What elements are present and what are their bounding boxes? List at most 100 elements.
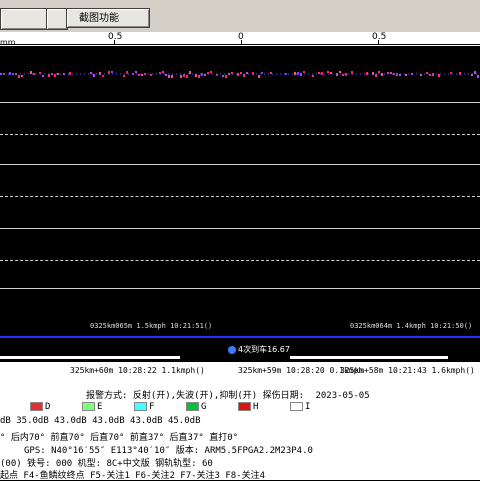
echo-dot xyxy=(258,75,260,78)
channel-d: D xyxy=(30,402,82,412)
ruler-tick xyxy=(378,40,379,45)
toolbar-button-2[interactable] xyxy=(46,8,68,30)
track-line xyxy=(0,164,480,165)
echo-dot xyxy=(33,73,35,75)
alarm-indicator: 4次到车16.67 xyxy=(228,344,290,355)
channel-label: G xyxy=(201,402,207,412)
echo-dot xyxy=(237,73,239,76)
echo-dot xyxy=(111,71,113,73)
channel-label: E xyxy=(97,402,103,412)
echo-dot xyxy=(312,75,314,77)
echo-dot xyxy=(30,71,32,74)
alarm-mode-line: 报警方式: 反射(开),失波(开),抑制(开) 探伤日期: 2023-05-05 xyxy=(86,388,370,401)
echo-dot xyxy=(477,75,479,78)
track-dash-line xyxy=(0,196,480,197)
channel-swatch xyxy=(30,402,43,411)
echo-dot xyxy=(210,71,212,73)
echo-dot xyxy=(381,73,383,76)
channel-label: I xyxy=(305,402,311,412)
echo-dot xyxy=(180,75,182,78)
echo-dot xyxy=(198,75,200,78)
position-marker-right: 0325km064m 1.4kmph 10:21:50() xyxy=(350,322,473,330)
channel-swatch xyxy=(186,402,199,411)
echo-dot xyxy=(102,75,104,77)
echo-dot xyxy=(138,74,140,76)
angle-line: ° 后内70° 前直70° 后直70° 前直37° 后直37° 直打0° xyxy=(0,433,239,443)
alarm-mode-text: 报警方式: 反射(开),失波(开),抑制(开) 探伤日期: xyxy=(86,391,305,401)
channel-legend: D E F G H I xyxy=(30,402,342,412)
echo-dot xyxy=(474,71,476,74)
progress-bar-right xyxy=(290,356,448,359)
track-line xyxy=(0,102,480,103)
echo-dot xyxy=(141,74,143,76)
info-panel: 325km+60m 10:28:22 1.1kmph() 325km+59m 1… xyxy=(0,362,480,481)
echo-dot xyxy=(135,71,137,73)
echo-dot xyxy=(18,75,20,78)
echo-dot xyxy=(126,71,128,74)
echo-dot xyxy=(330,72,332,74)
echo-dot xyxy=(405,74,407,76)
alarm-text: 4次到车16.67 xyxy=(238,345,290,354)
echo-dot xyxy=(168,75,170,78)
echo-dot xyxy=(429,74,431,76)
toolbar-button-1[interactable] xyxy=(0,8,48,30)
ruler-label-right: 0.5 xyxy=(372,32,387,42)
ruler-baseline xyxy=(0,44,480,45)
channel-f: F xyxy=(134,402,186,412)
echo-dot xyxy=(21,75,23,77)
gain-line: dB 35.0dB 43.0dB 43.0dB 43.0dB 45.0dB xyxy=(0,416,201,426)
echo-dot xyxy=(342,74,344,76)
echo-dot xyxy=(150,74,152,76)
echo-dot xyxy=(123,75,125,77)
echo-dot xyxy=(378,71,380,73)
channel-swatch xyxy=(290,402,303,411)
echo-dot xyxy=(162,71,164,73)
echo-dot xyxy=(201,73,203,76)
echo-dot xyxy=(297,72,299,75)
ruler-tick xyxy=(114,40,115,45)
progress-bar-left xyxy=(0,356,180,359)
echo-dot xyxy=(294,72,296,75)
echo-dot xyxy=(165,74,167,76)
channel-i: I xyxy=(290,402,342,412)
echo-dot xyxy=(393,73,395,75)
echo-dot xyxy=(69,72,71,75)
echo-dot xyxy=(321,72,323,75)
toolbar: 截图功能 xyxy=(0,0,480,33)
alarm-dot-icon xyxy=(228,345,236,354)
echo-dot xyxy=(93,74,95,77)
echo-dot xyxy=(57,73,59,75)
echo-dot xyxy=(270,72,272,74)
echo-dot xyxy=(390,72,392,74)
track-line xyxy=(0,228,480,229)
track-dash-line xyxy=(0,134,480,135)
echo-dot xyxy=(9,72,11,75)
function-keys[interactable]: 起点 F4-鱼鳞纹终点 F5-关注1 F6-关注2 F7-关注3 F8-关注4 xyxy=(0,468,265,481)
position-info-left: 325km+60m 10:28:22 1.1kmph() xyxy=(70,366,205,375)
echo-dot xyxy=(225,75,227,78)
bscan-display[interactable]: 0325km065m 1.5kmph 10:21:51() 0325km064m… xyxy=(0,46,480,336)
channel-label: D xyxy=(45,402,51,412)
echo-dot xyxy=(345,73,347,76)
echo-dot xyxy=(261,72,263,74)
echo-dot xyxy=(222,75,224,77)
ruler-tick xyxy=(241,40,242,45)
echo-dot xyxy=(339,71,341,73)
echo-dot xyxy=(42,75,44,77)
echo-dot xyxy=(327,71,329,73)
channel-swatch xyxy=(238,402,251,411)
channel-label: H xyxy=(253,402,259,412)
echo-dot xyxy=(426,72,428,74)
echo-dot xyxy=(303,71,305,73)
echo-dot xyxy=(366,72,368,75)
track-dash-line xyxy=(0,260,480,261)
position-info-right: 325km+58m 10:21:43 1.6kmph() xyxy=(340,366,475,375)
echo-dot xyxy=(171,75,173,78)
echo-dot xyxy=(438,74,440,77)
echo-dot xyxy=(189,71,191,74)
echo-dot-strip xyxy=(0,71,480,78)
ruler-label-left: 0.5 xyxy=(108,32,123,42)
screenshot-button[interactable]: 截图功能 xyxy=(66,8,150,28)
echo-dot xyxy=(54,74,56,77)
channel-label: F xyxy=(149,402,155,412)
